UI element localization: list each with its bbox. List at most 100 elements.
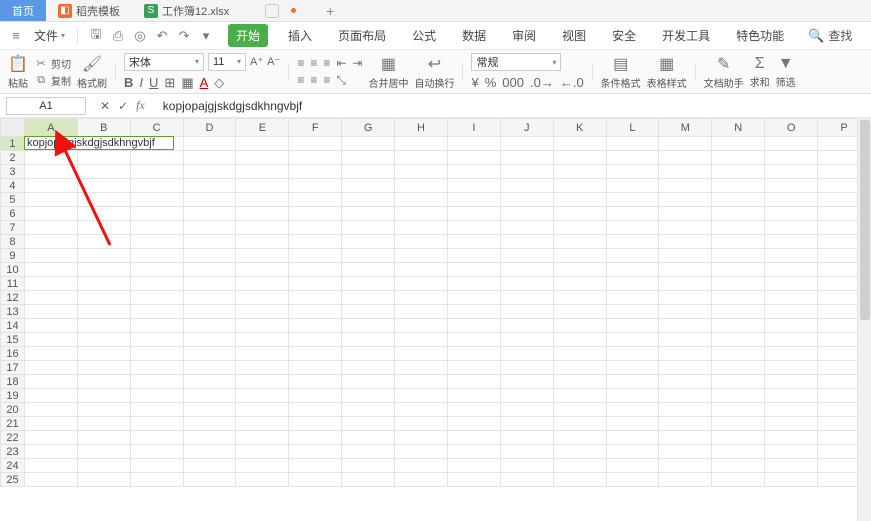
cell[interactable] [765, 445, 818, 459]
new-tab-button[interactable]: + [318, 0, 342, 21]
column-header[interactable]: B [77, 119, 130, 137]
cell[interactable] [712, 193, 765, 207]
cell[interactable] [712, 151, 765, 165]
row-header[interactable]: 6 [1, 207, 25, 221]
cell[interactable] [130, 347, 183, 361]
cell[interactable] [395, 347, 448, 361]
cell[interactable] [606, 389, 659, 403]
cell[interactable] [500, 137, 553, 151]
row-header[interactable]: 4 [1, 179, 25, 193]
cut-button[interactable]: ✂ 剪切 [34, 56, 71, 71]
cell[interactable] [183, 263, 236, 277]
cell[interactable] [712, 403, 765, 417]
cell[interactable] [659, 137, 712, 151]
cell[interactable] [712, 291, 765, 305]
cell[interactable] [24, 235, 77, 249]
copy-button[interactable]: ⧉ 复制 [34, 73, 71, 88]
cell[interactable] [289, 445, 342, 459]
cell[interactable] [342, 445, 395, 459]
cell[interactable] [500, 193, 553, 207]
cell[interactable] [712, 249, 765, 263]
cell[interactable] [395, 389, 448, 403]
cell[interactable] [236, 319, 289, 333]
cell[interactable] [447, 389, 500, 403]
cell[interactable] [77, 277, 130, 291]
cell[interactable] [130, 221, 183, 235]
cell[interactable] [77, 403, 130, 417]
cell[interactable] [236, 221, 289, 235]
cell[interactable] [395, 459, 448, 473]
cell[interactable] [236, 361, 289, 375]
cell[interactable] [24, 207, 77, 221]
cell[interactable] [342, 277, 395, 291]
cell[interactable] [24, 333, 77, 347]
cell[interactable] [500, 207, 553, 221]
cell[interactable] [712, 445, 765, 459]
cell[interactable] [395, 179, 448, 193]
cell[interactable] [236, 375, 289, 389]
cell[interactable] [606, 165, 659, 179]
cell[interactable] [342, 319, 395, 333]
cell[interactable] [765, 249, 818, 263]
row-header[interactable]: 22 [1, 431, 25, 445]
row-header[interactable]: 19 [1, 389, 25, 403]
tab-insert[interactable]: 插入 [282, 24, 318, 47]
cell[interactable] [130, 207, 183, 221]
cell[interactable] [289, 165, 342, 179]
cell[interactable] [553, 473, 606, 487]
cell[interactable] [395, 305, 448, 319]
row-header[interactable]: 11 [1, 277, 25, 291]
row-header[interactable]: 17 [1, 361, 25, 375]
cell[interactable] [447, 277, 500, 291]
cell[interactable] [553, 459, 606, 473]
cell[interactable] [765, 305, 818, 319]
column-header[interactable]: A [24, 119, 77, 137]
cell[interactable] [289, 473, 342, 487]
print-icon[interactable]: ⎙ [110, 28, 126, 44]
cell[interactable] [236, 347, 289, 361]
cell[interactable] [130, 291, 183, 305]
cell[interactable] [606, 445, 659, 459]
cell[interactable] [77, 165, 130, 179]
align-left-icon[interactable]: ≡ [297, 73, 304, 88]
row-header[interactable]: 18 [1, 375, 25, 389]
column-header[interactable]: N [712, 119, 765, 137]
cell[interactable] [500, 361, 553, 375]
cell[interactable] [130, 179, 183, 193]
cell[interactable] [289, 207, 342, 221]
cell[interactable] [765, 361, 818, 375]
row-header[interactable]: 1 [1, 137, 25, 151]
cell[interactable] [395, 277, 448, 291]
cell[interactable] [77, 221, 130, 235]
cell[interactable] [183, 305, 236, 319]
cell[interactable] [342, 403, 395, 417]
italic-button[interactable]: I [139, 75, 143, 90]
indent-dec-icon[interactable]: ⇤ [336, 56, 346, 70]
percent-icon[interactable]: % [485, 75, 497, 90]
cell[interactable] [395, 221, 448, 235]
row-header[interactable]: 12 [1, 291, 25, 305]
decimal-inc-icon[interactable]: .0→ [530, 75, 554, 90]
fx-icon[interactable]: fx [136, 98, 145, 113]
cell[interactable] [553, 179, 606, 193]
cell[interactable] [553, 389, 606, 403]
cell[interactable] [395, 235, 448, 249]
align-bottom-icon[interactable]: ≡ [323, 56, 330, 70]
cell[interactable] [500, 319, 553, 333]
cell[interactable] [342, 249, 395, 263]
cell[interactable] [77, 459, 130, 473]
cell[interactable] [130, 431, 183, 445]
tab-dev[interactable]: 开发工具 [656, 24, 716, 47]
border-button[interactable]: ⊞ [164, 75, 175, 91]
cell[interactable] [289, 319, 342, 333]
cell[interactable] [765, 403, 818, 417]
cell[interactable] [606, 403, 659, 417]
align-right-icon[interactable]: ≡ [323, 73, 330, 88]
cell[interactable] [447, 347, 500, 361]
cell[interactable] [553, 431, 606, 445]
cell[interactable] [712, 459, 765, 473]
cell[interactable] [395, 249, 448, 263]
cell[interactable] [395, 473, 448, 487]
indent-inc-icon[interactable]: ⇥ [352, 56, 362, 70]
cell[interactable] [395, 291, 448, 305]
